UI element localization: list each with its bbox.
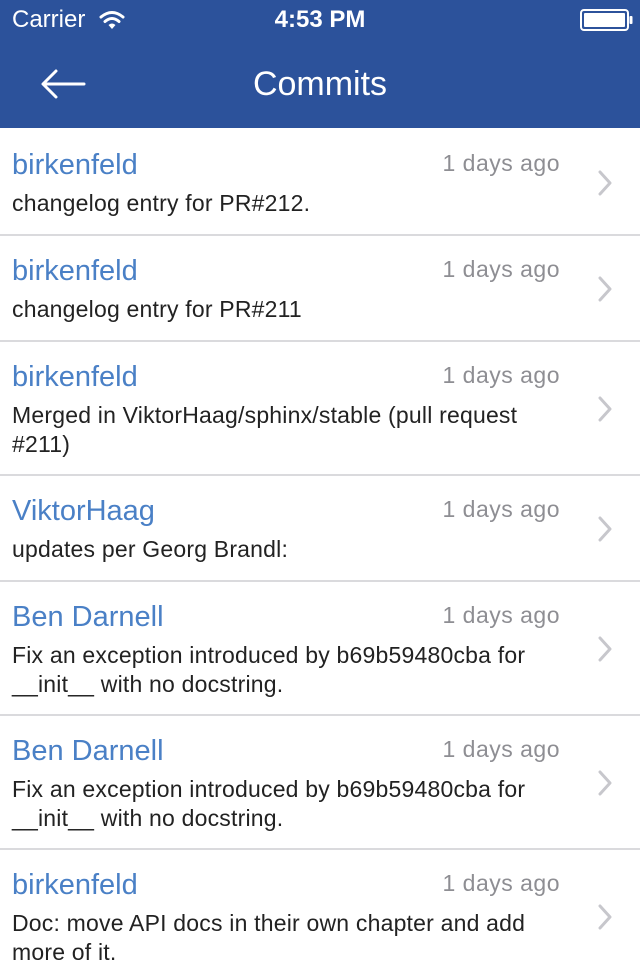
page-title: Commits [252,65,388,103]
commit-age: 1 days ago [442,150,560,176]
commit-author: birkenfeld [12,255,138,287]
commit-author: birkenfeld [12,869,138,901]
commit-row[interactable]: birkenfeld 1 days ago Doc: move API docs… [0,850,640,960]
chevron-right-icon [598,396,612,422]
status-bar: Carrier 4:53 PM [0,0,640,40]
commits-screen: Carrier 4:53 PM Commits birkenfeld 1 day… [0,0,640,960]
commit-message: updates per Georg Brandl: [12,536,289,562]
commit-author: birkenfeld [12,361,138,393]
battery-icon [580,9,633,31]
commit-age: 1 days ago [442,870,560,896]
commit-message: Doc: move API docs in their own chapter … [12,910,526,960]
commit-row[interactable]: birkenfeld 1 days ago changelog entry fo… [0,236,640,342]
commit-author: birkenfeld [12,149,138,181]
commit-row[interactable]: ViktorHaag 1 days ago updates per Georg … [0,476,640,582]
chevron-right-icon [598,904,612,930]
commit-message: Fix an exception introduced by b69b59480… [12,642,526,697]
header: Carrier 4:53 PM Commits [0,0,640,128]
chevron-right-icon [598,770,612,796]
commit-list[interactable]: birkenfeld 1 days ago changelog entry fo… [0,130,640,960]
nav-bar: Commits [0,40,640,128]
chevron-right-icon [598,516,612,542]
commit-message: Fix an exception introduced by b69b59480… [12,776,526,831]
chevron-right-icon [598,636,612,662]
chevron-right-icon [598,276,612,302]
commit-author: Ben Darnell [12,601,164,633]
status-time: 4:53 PM [274,6,366,33]
commit-age: 1 days ago [442,496,560,522]
commit-row[interactable]: birkenfeld 1 days ago Merged in ViktorHa… [0,342,640,476]
commit-row[interactable]: Ben Darnell 1 days ago Fix an exception … [0,716,640,850]
commit-message: changelog entry for PR#211 [12,296,302,322]
commit-age: 1 days ago [442,256,560,282]
commit-age: 1 days ago [442,602,560,628]
commit-age: 1 days ago [442,736,560,762]
commit-message: Merged in ViktorHaag/sphinx/stable (pull… [12,402,518,457]
chevron-right-icon [598,170,612,196]
commit-author: Ben Darnell [12,735,164,767]
commit-age: 1 days ago [442,362,560,388]
commit-row[interactable]: birkenfeld 1 days ago changelog entry fo… [0,130,640,236]
commit-message: changelog entry for PR#212. [12,190,311,216]
commit-author: ViktorHaag [12,495,155,527]
commit-row[interactable]: Ben Darnell 1 days ago Fix an exception … [0,582,640,716]
